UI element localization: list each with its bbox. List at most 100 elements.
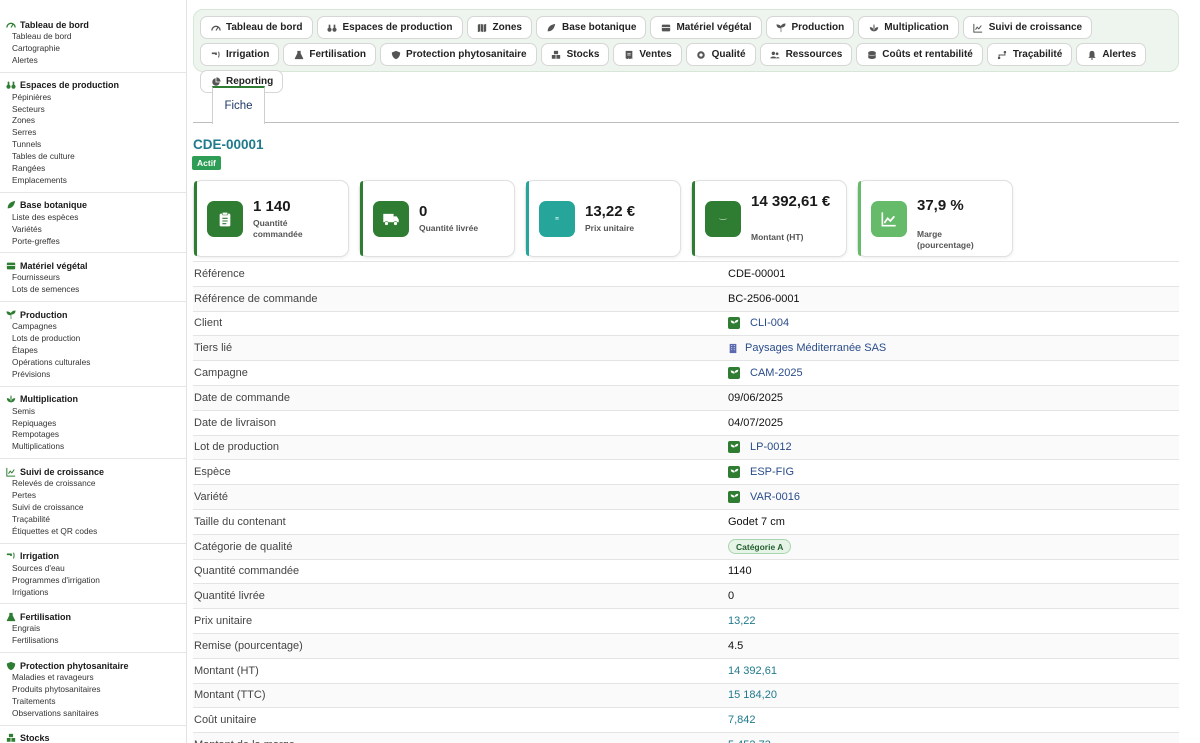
sidebar: Tableau de bord Tableau de bord Cartograph…	[0, 0, 187, 743]
nav-button[interactable]: Matériel végétal	[650, 16, 762, 39]
sidebar-item[interactable]: Porte-greffes	[0, 236, 186, 248]
sidebar-group-heading[interactable]: Matériel végétal	[0, 259, 186, 272]
sidebar-item[interactable]: Semis	[0, 406, 186, 418]
detail-row: Espèce ESP-FIG	[193, 459, 1179, 484]
sidebar-group-heading[interactable]: Production	[0, 308, 186, 321]
sidebar-group-heading[interactable]: Fertilisation	[0, 610, 186, 623]
tab-fiche[interactable]: Fiche	[212, 86, 265, 124]
sidebar-item[interactable]: Tableau de bord	[0, 31, 186, 43]
sidebar-item[interactable]: Lots de production	[0, 333, 186, 345]
sidebar-item[interactable]: Engrais	[0, 623, 186, 635]
detail-value: 5 452,73	[728, 739, 771, 743]
sidebar-group-label: Base botanique	[20, 200, 88, 211]
nav-button[interactable]: Ventes	[613, 43, 682, 66]
sidebar-group-heading[interactable]: Multiplication	[0, 393, 186, 406]
nav-button[interactable]: Alertes	[1076, 43, 1147, 66]
nav-button[interactable]: Stocks	[540, 43, 610, 66]
detail-value: Catégorie A	[728, 539, 792, 555]
sidebar-group-label: Tableau de bord	[20, 19, 89, 30]
nav-button[interactable]: Base botanique	[535, 16, 647, 39]
sidebar-item[interactable]: Liste des espèces	[0, 212, 186, 224]
sidebar-group-heading[interactable]: Protection phytosanitaire	[0, 659, 186, 672]
sidebar-group-label: Irrigation	[20, 551, 60, 562]
nav-button[interactable]: Qualité	[685, 43, 756, 66]
sidebar-item[interactable]: Étapes	[0, 345, 186, 357]
sidebar-item[interactable]: Serres	[0, 127, 186, 139]
nav-button[interactable]: Traçabilité	[986, 43, 1073, 66]
sidebar-item[interactable]: Cartographie	[0, 43, 186, 55]
sidebar-item[interactable]: Opérations culturales	[0, 357, 186, 369]
sidebar-item[interactable]: Fertilisations	[0, 635, 186, 647]
sidebar-item[interactable]: Secteurs	[0, 104, 186, 116]
nav-button[interactable]: Suivi de croissance	[962, 16, 1093, 39]
nav-button[interactable]: Tableau de bord	[200, 16, 313, 39]
sidebar-group-heading[interactable]: Espaces de production	[0, 79, 186, 92]
detail-link[interactable]: ESP-FIG	[728, 466, 794, 479]
sidebar-item[interactable]: Lots de semences	[0, 284, 186, 296]
nav-button-label: Espaces de production	[342, 22, 453, 33]
sidebar-item[interactable]: Tunnels	[0, 139, 186, 151]
sidebar-item[interactable]: Observations sanitaires	[0, 708, 186, 720]
detail-link[interactable]: CLI-004	[728, 317, 789, 330]
sidebar-group-heading[interactable]: Suivi de croissance	[0, 465, 186, 478]
sidebar-group-heading[interactable]: Irrigation	[0, 550, 186, 563]
sidebar-item[interactable]: Repiquages	[0, 418, 186, 430]
sidebar-item[interactable]: Irrigations	[0, 587, 186, 599]
sidebar-item[interactable]: Prévisions	[0, 369, 186, 381]
sidebar-item[interactable]: Sources d'eau	[0, 563, 186, 575]
sidebar-item[interactable]: Relevés de croissance	[0, 478, 186, 490]
chart-line-icon	[6, 467, 16, 477]
sidebar-item[interactable]: Alertes	[0, 55, 186, 67]
sidebar-group-heading[interactable]: Stocks	[0, 732, 186, 743]
detail-row: Référence CDE-00001	[193, 261, 1179, 286]
sidebar-item[interactable]: Pépinières	[0, 92, 186, 104]
kpi-card: 13,22 € Prix unitaire	[525, 180, 681, 257]
sidebar-item[interactable]: Rangées	[0, 163, 186, 175]
kpi-value: 13,22 €	[585, 203, 636, 220]
detail-value-text: 1140	[728, 565, 752, 578]
sidebar-item[interactable]: Rempotages	[0, 429, 186, 441]
sidebar-item[interactable]: Traçabilité	[0, 514, 186, 526]
sidebar-item[interactable]: Fournisseurs	[0, 272, 186, 284]
nav-button[interactable]: Espaces de production	[316, 16, 463, 39]
nav-button[interactable]: Production	[765, 16, 855, 39]
nav-button[interactable]: Fertilisation	[283, 43, 377, 66]
seedling-icon	[728, 441, 740, 454]
sidebar-item[interactable]: Multiplications	[0, 441, 186, 453]
nav-button[interactable]: Ressources	[759, 43, 853, 66]
kpi-accent-bar	[360, 181, 363, 256]
coins-icon	[866, 49, 877, 60]
nav-button[interactable]: Protection phytosanitaire	[380, 43, 537, 66]
sidebar-item[interactable]: Variétés	[0, 224, 186, 236]
detail-link[interactable]: CAM-2025	[728, 367, 803, 380]
sidebar-group-label: Multiplication	[20, 394, 78, 405]
sidebar-item[interactable]: Campagnes	[0, 321, 186, 333]
sidebar-item[interactable]: Tables de culture	[0, 151, 186, 163]
sidebar-group-heading[interactable]: Tableau de bord	[0, 18, 186, 31]
detail-link[interactable]: LP-0012	[728, 441, 792, 454]
nav-button[interactable]: Zones	[466, 16, 532, 39]
kpi-card: 14 392,61 € Montant (HT)	[691, 180, 847, 257]
sidebar-item[interactable]: Produits phytosanitaires	[0, 684, 186, 696]
building-icon	[728, 343, 738, 354]
sidebar-item[interactable]: Maladies et ravageurs	[0, 672, 186, 684]
detail-label: Référence de commande	[194, 292, 318, 305]
status-badge: Actif	[192, 156, 221, 170]
sidebar-item[interactable]: Emplacements	[0, 175, 186, 187]
nav-button[interactable]: Coûts et rentabilité	[856, 43, 983, 66]
sidebar-item[interactable]: Zones	[0, 115, 186, 127]
sidebar-item[interactable]: Suivi de croissance	[0, 502, 186, 514]
detail-row: Quantité commandée 1140	[193, 558, 1179, 584]
sidebar-item[interactable]: Étiquettes et QR codes	[0, 526, 186, 538]
detail-link[interactable]: Paysages Méditerranée SAS	[728, 342, 886, 354]
sidebar-item[interactable]: Pertes	[0, 490, 186, 502]
detail-link[interactable]: VAR-0016	[728, 491, 800, 504]
sidebar-group-heading[interactable]: Base botanique	[0, 199, 186, 212]
sidebar-item[interactable]: Traitements	[0, 696, 186, 708]
chart-line-icon	[973, 22, 984, 33]
nav-button[interactable]: Multiplication	[858, 16, 959, 39]
nav-button[interactable]: Irrigation	[200, 43, 280, 66]
sidebar-item[interactable]: Programmes d'irrigation	[0, 575, 186, 587]
kpi-label: Montant (HT)	[751, 232, 804, 242]
nav-button-label: Suivi de croissance	[988, 22, 1083, 33]
